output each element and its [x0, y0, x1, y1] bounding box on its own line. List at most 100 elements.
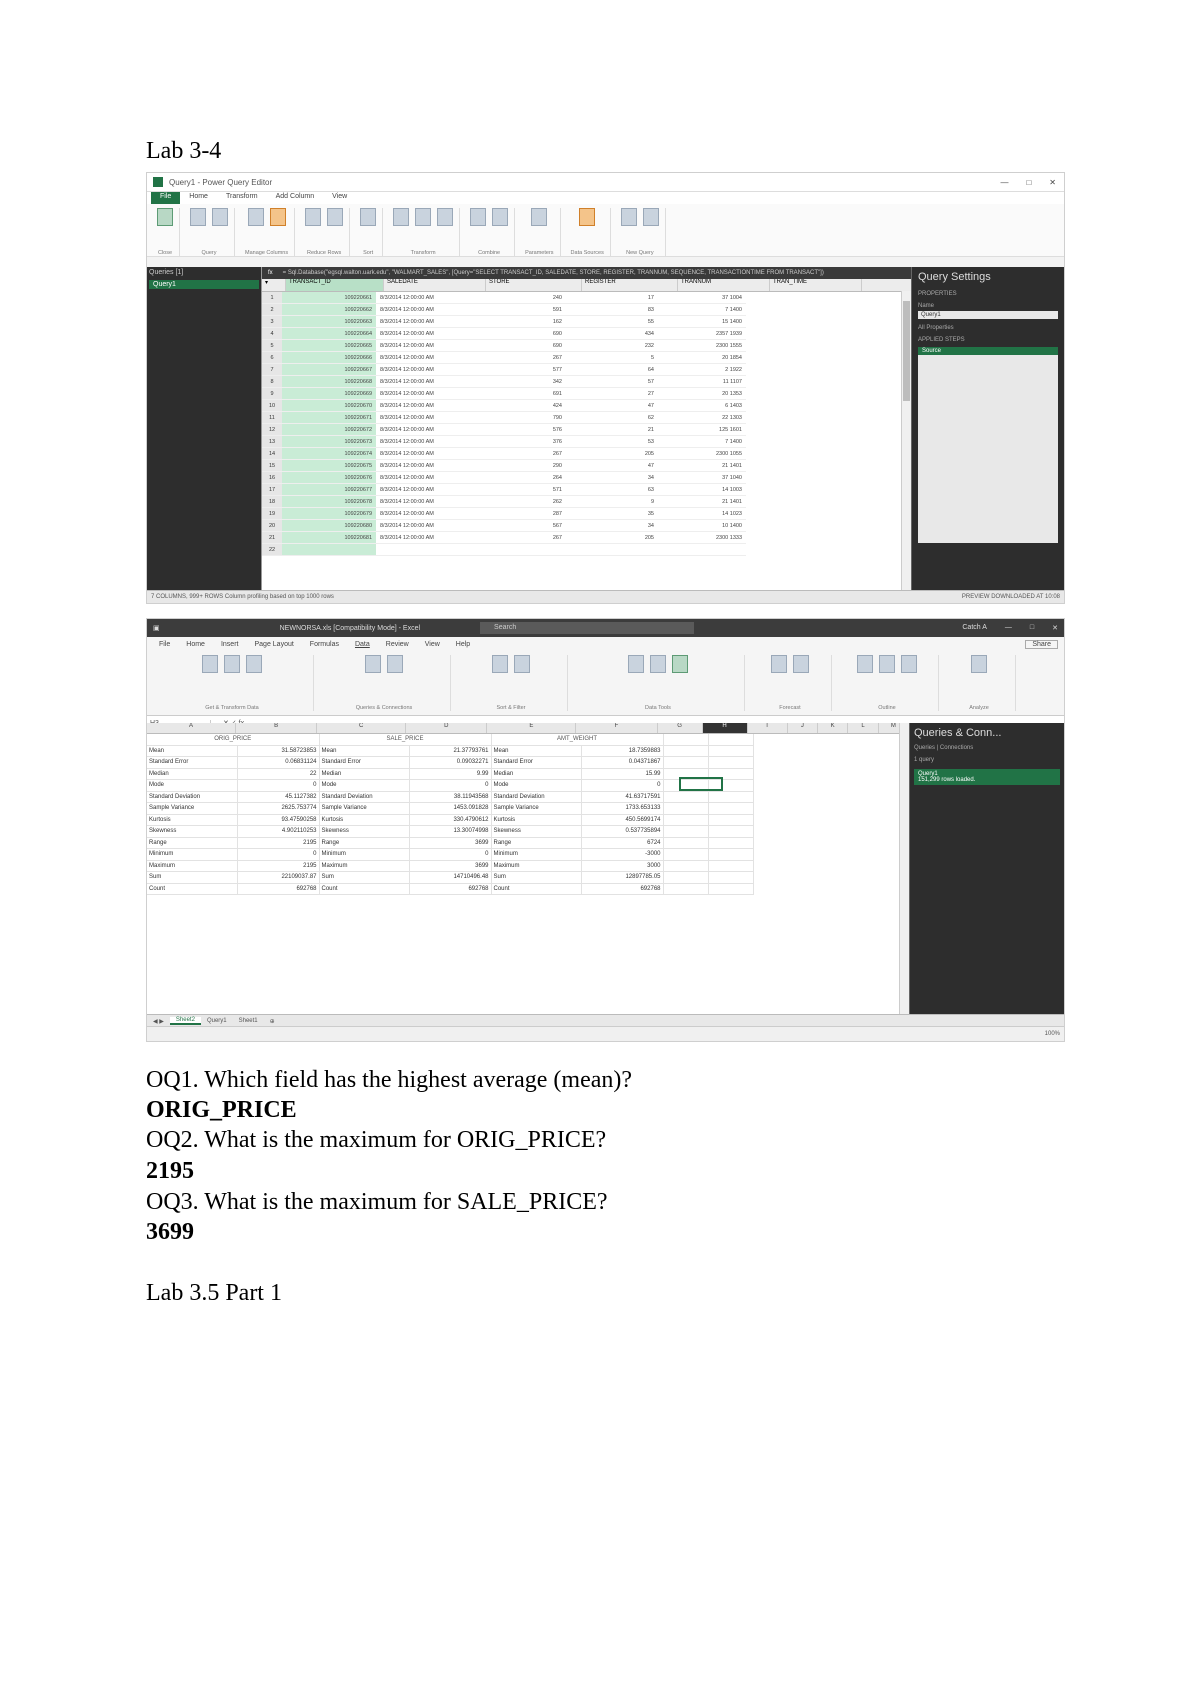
- table-cell[interactable]: 7 1400: [658, 435, 746, 448]
- subtotal-icon[interactable]: [901, 655, 917, 673]
- stat-value-cell[interactable]: 450.5699174: [581, 814, 664, 826]
- empty-cell[interactable]: [708, 814, 754, 826]
- tab-help[interactable]: Help: [448, 641, 478, 648]
- table-cell[interactable]: [658, 543, 746, 556]
- stat-label-cell[interactable]: Count: [319, 883, 410, 895]
- empty-cell[interactable]: [663, 837, 709, 849]
- row-number[interactable]: 6: [262, 351, 282, 364]
- table-cell[interactable]: 63: [566, 483, 658, 496]
- table-cell[interactable]: 8/3/2014 12:00:00 AM: [376, 375, 474, 388]
- stat-label-cell[interactable]: Standard Error: [147, 756, 238, 769]
- stat-label-cell[interactable]: Mean: [319, 745, 410, 757]
- stat-label-cell[interactable]: Sample Variance: [147, 802, 238, 815]
- column-letter[interactable]: I: [748, 723, 788, 733]
- table-cell[interactable]: 691: [474, 387, 566, 400]
- stat-value-cell[interactable]: 21.37793761: [409, 745, 492, 757]
- refresh-icon[interactable]: [190, 208, 206, 226]
- stat-value-cell[interactable]: 2625.753774: [237, 802, 320, 815]
- table-cell[interactable]: 690: [474, 327, 566, 340]
- stat-value-cell[interactable]: 31.58723853: [237, 745, 320, 757]
- row-number[interactable]: 21: [262, 531, 282, 544]
- stat-value-cell[interactable]: 0: [237, 848, 320, 861]
- stat-label-cell[interactable]: Median: [147, 768, 238, 780]
- row-number[interactable]: 20: [262, 519, 282, 532]
- enter-data-icon[interactable]: [642, 208, 659, 226]
- sheet-nav-icon[interactable]: ◀ ▶: [147, 1018, 170, 1025]
- stat-value-cell[interactable]: 0: [409, 848, 492, 861]
- empty-cell[interactable]: [708, 848, 754, 861]
- table-cell[interactable]: 434: [566, 327, 658, 340]
- table-cell[interactable]: 109220667: [282, 363, 376, 376]
- stat-value-cell[interactable]: 15.99: [581, 768, 664, 780]
- empty-cell[interactable]: [708, 860, 754, 872]
- data-source-settings-icon[interactable]: [579, 208, 596, 226]
- stat-value-cell[interactable]: 1733.653133: [581, 802, 664, 815]
- table-row[interactable]: 10 109220670 8/3/2014 12:00:00 AM 424 47 6 14…: [262, 399, 746, 412]
- stats-header[interactable]: AMT_WEIGHT: [491, 734, 664, 746]
- pane-tabs[interactable]: Queries | Connections: [914, 745, 1060, 751]
- empty-cell[interactable]: [708, 802, 754, 815]
- table-cell[interactable]: 10 1400: [658, 519, 746, 532]
- empty-cell[interactable]: [663, 791, 709, 803]
- table-row[interactable]: 9 109220669 8/3/2014 12:00:00 AM 691 27 20 13…: [262, 387, 746, 400]
- empty-cell[interactable]: [663, 848, 709, 861]
- grid-corner[interactable]: ▾: [262, 279, 286, 291]
- table-cell[interactable]: 109220671: [282, 411, 376, 424]
- stat-value-cell[interactable]: 3000: [581, 860, 664, 872]
- stat-label-cell[interactable]: Count: [491, 883, 582, 895]
- row-number[interactable]: 16: [262, 471, 282, 484]
- table-row[interactable]: 14 109220674 8/3/2014 12:00:00 AM 267 205 230…: [262, 447, 746, 460]
- stat-value-cell[interactable]: 692768: [237, 883, 320, 895]
- table-cell[interactable]: 37 1004: [658, 292, 746, 304]
- properties-icon[interactable]: [212, 208, 228, 226]
- table-cell[interactable]: 34: [566, 471, 658, 484]
- row-number[interactable]: 19: [262, 507, 282, 520]
- table-cell[interactable]: 8/3/2014 12:00:00 AM: [376, 519, 474, 532]
- tab-file[interactable]: File: [151, 641, 178, 648]
- table-cell[interactable]: 21 1401: [658, 495, 746, 508]
- table-cell[interactable]: 37 1040: [658, 471, 746, 484]
- table-cell[interactable]: 2357 1939: [658, 327, 746, 340]
- group-icon[interactable]: [857, 655, 873, 673]
- stat-label-cell[interactable]: Maximum: [319, 860, 410, 872]
- row-number[interactable]: 14: [262, 447, 282, 460]
- stat-label-cell[interactable]: Minimum: [147, 848, 238, 861]
- table-row[interactable]: 22: [262, 543, 746, 556]
- column-header[interactable]: STORE: [486, 279, 582, 291]
- table-row[interactable]: 18 109220678 8/3/2014 12:00:00 AM 262 9 21 14…: [262, 495, 746, 508]
- table-cell[interactable]: 8/3/2014 12:00:00 AM: [376, 423, 474, 436]
- table-cell[interactable]: 109220678: [282, 495, 376, 508]
- table-cell[interactable]: 232: [566, 339, 658, 352]
- table-cell[interactable]: 267: [474, 531, 566, 544]
- empty-cell[interactable]: [708, 825, 754, 838]
- table-row[interactable]: 13 109220673 8/3/2014 12:00:00 AM 376 53 7 14…: [262, 435, 746, 448]
- table-cell[interactable]: 591: [474, 303, 566, 316]
- table-cell[interactable]: 22 1303: [658, 411, 746, 424]
- table-cell[interactable]: 690: [474, 339, 566, 352]
- table-cell[interactable]: 8/3/2014 12:00:00 AM: [376, 339, 474, 352]
- table-cell[interactable]: 2 1922: [658, 363, 746, 376]
- data-type-icon[interactable]: [437, 208, 454, 226]
- column-letter[interactable]: C: [317, 723, 407, 733]
- row-number[interactable]: 9: [262, 387, 282, 400]
- table-cell[interactable]: 109220674: [282, 447, 376, 460]
- column-header[interactable]: TRAN_TIME: [770, 279, 862, 291]
- table-cell[interactable]: 109220665: [282, 339, 376, 352]
- maximize-icon[interactable]: □: [1030, 624, 1034, 632]
- sort-icon[interactable]: [360, 208, 377, 226]
- group-by-icon[interactable]: [415, 208, 432, 226]
- table-row[interactable]: 16 109220676 8/3/2014 12:00:00 AM 264 34 37 1…: [262, 471, 746, 484]
- tab-view[interactable]: View: [323, 192, 356, 204]
- table-cell[interactable]: 2300 1555: [658, 339, 746, 352]
- row-number[interactable]: 4: [262, 327, 282, 340]
- table-cell[interactable]: 109220661: [282, 292, 376, 304]
- table-cell[interactable]: [474, 543, 566, 556]
- empty-cell[interactable]: [663, 802, 709, 815]
- column-header[interactable]: REGISTER: [582, 279, 678, 291]
- empty-cell[interactable]: [708, 791, 754, 803]
- table-cell[interactable]: 14 1023: [658, 507, 746, 520]
- table-cell[interactable]: 8/3/2014 12:00:00 AM: [376, 303, 474, 316]
- close-load-icon[interactable]: [157, 208, 173, 226]
- stat-label-cell[interactable]: Standard Error: [491, 756, 582, 769]
- table-cell[interactable]: 8/3/2014 12:00:00 AM: [376, 507, 474, 520]
